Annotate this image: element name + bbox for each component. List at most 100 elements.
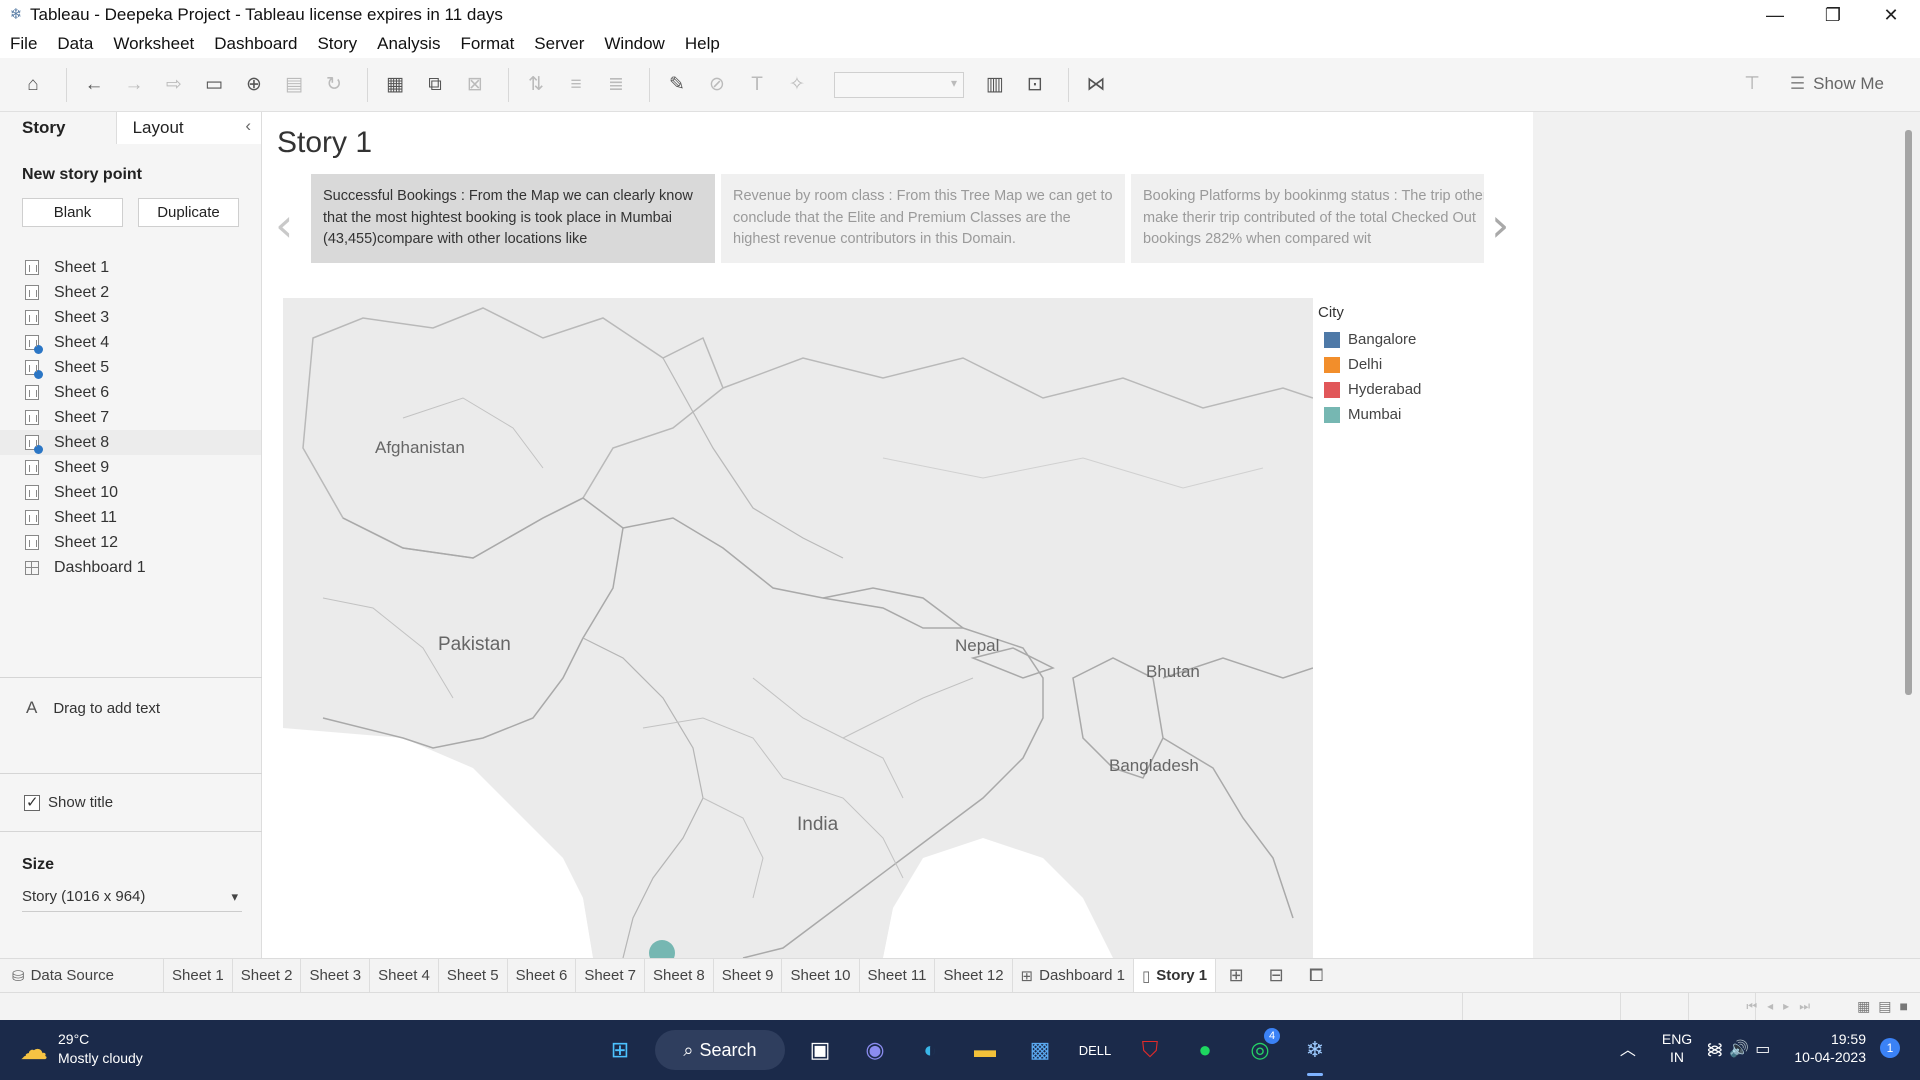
tab-navigation-icons[interactable]: ⏮◂▸⏭: [1746, 999, 1820, 1014]
duplicate-button[interactable]: Duplicate: [138, 198, 239, 227]
highlight-icon[interactable]: ✎: [660, 68, 694, 102]
replay-icon[interactable]: ⇨: [157, 68, 191, 102]
new-worksheet-icon[interactable]: ▦: [378, 68, 412, 102]
sheet-list-item[interactable]: Sheet 11: [0, 505, 261, 530]
clear-sheet-icon[interactable]: ⊠: [458, 68, 492, 102]
menu-worksheet[interactable]: Worksheet: [113, 34, 194, 54]
tab-sheet[interactable]: Sheet 11: [860, 958, 936, 993]
drag-to-add-text[interactable]: A Drag to add text: [26, 698, 160, 718]
redo-icon[interactable]: →: [117, 68, 151, 102]
legend-item[interactable]: Mumbai: [1318, 402, 1421, 427]
tab-sheet[interactable]: Sheet 4: [370, 958, 439, 993]
tab-sheet[interactable]: Sheet 3: [301, 958, 371, 993]
show-mark-labels-icon[interactable]: T: [740, 68, 774, 102]
collapse-panel-icon[interactable]: ‹: [245, 116, 251, 136]
legend-item[interactable]: Hyderabad: [1318, 377, 1421, 402]
mcafee-icon[interactable]: ⛉: [1130, 1030, 1170, 1070]
tab-sheet[interactable]: Sheet 1: [164, 958, 233, 993]
menu-story[interactable]: Story: [317, 34, 357, 54]
pause-updates-icon[interactable]: ▤: [277, 68, 311, 102]
dell-icon[interactable]: DELL: [1075, 1030, 1115, 1070]
notification-count-badge[interactable]: 1: [1880, 1038, 1900, 1058]
sheet-list-item[interactable]: Sheet 1: [0, 255, 261, 280]
tab-sheet[interactable]: Sheet 10: [782, 958, 860, 993]
new-dashboard-tab-icon[interactable]: ⊟: [1256, 959, 1296, 993]
menu-server[interactable]: Server: [534, 34, 584, 54]
sheet-list-item[interactable]: Sheet 5: [0, 355, 261, 380]
sheet-list-item[interactable]: Sheet 12: [0, 530, 261, 555]
file-explorer-icon[interactable]: ▬: [965, 1030, 1005, 1070]
whatsapp-icon[interactable]: ◎ 4: [1240, 1028, 1280, 1070]
tab-story[interactable]: ▯ Story 1: [1134, 958, 1217, 993]
duplicate-sheet-icon[interactable]: ⧉: [418, 68, 452, 102]
home-icon[interactable]: ⌂: [16, 68, 50, 102]
task-view-icon[interactable]: ▣: [800, 1030, 840, 1070]
close-icon[interactable]: ✕: [1862, 0, 1920, 30]
sheet-list-item[interactable]: Sheet 3: [0, 305, 261, 330]
sort-descending-icon[interactable]: ≣: [599, 68, 633, 102]
map-view[interactable]: Afghanistan Pakistan Nepal Bhutan Bangla…: [283, 298, 1313, 958]
fix-axes-icon[interactable]: ✧: [780, 68, 814, 102]
tab-dashboard[interactable]: ⊞ Dashboard 1: [1013, 958, 1135, 993]
microsoft-store-icon[interactable]: ▩: [1020, 1030, 1060, 1070]
presentation-mode-icon[interactable]: ⊡: [1018, 68, 1052, 102]
sheet-list-item[interactable]: Sheet 9: [0, 455, 261, 480]
wifi-volume-battery-icons[interactable]: ᯼🔊▭: [1706, 1037, 1776, 1059]
sort-ascending-icon[interactable]: ≡: [559, 68, 593, 102]
edge-browser-icon[interactable]: ◐: [910, 1030, 950, 1070]
menu-format[interactable]: Format: [460, 34, 514, 54]
tab-sheet[interactable]: Sheet 12: [935, 958, 1013, 993]
sheet-list-item[interactable]: Dashboard 1: [0, 555, 261, 580]
menu-window[interactable]: Window: [604, 34, 664, 54]
sheet-list-item[interactable]: Sheet 7: [0, 405, 261, 430]
sheet-list-item[interactable]: Sheet 10: [0, 480, 261, 505]
tab-story[interactable]: Story: [0, 112, 116, 144]
tab-layout[interactable]: Layout ‹: [115, 112, 261, 144]
menu-data[interactable]: Data: [57, 34, 93, 54]
vertical-scrollbar[interactable]: [1905, 130, 1912, 695]
swap-rows-columns-icon[interactable]: ⇅: [519, 68, 553, 102]
legend-item[interactable]: Bangalore: [1318, 327, 1421, 352]
new-story-tab-icon[interactable]: ⧠: [1296, 959, 1336, 993]
system-clock[interactable]: 19:59 10-04-2023: [1794, 1030, 1866, 1066]
windows-start-icon[interactable]: ⊞: [600, 1030, 640, 1070]
teams-chat-icon[interactable]: ◉: [855, 1030, 895, 1070]
tab-sheet[interactable]: Sheet 6: [508, 958, 577, 993]
spotify-icon[interactable]: ●: [1185, 1030, 1225, 1070]
menu-file[interactable]: File: [10, 34, 37, 54]
restore-icon[interactable]: ❐: [1804, 0, 1862, 30]
tab-sheet[interactable]: Sheet 8: [645, 958, 714, 993]
tab-sheet[interactable]: Sheet 7: [576, 958, 646, 993]
tab-data-source[interactable]: ⛁ Data Source: [0, 958, 164, 993]
new-data-source-icon[interactable]: ⊕: [237, 68, 271, 102]
size-select[interactable]: Story (1016 x 964): [22, 888, 242, 912]
menu-dashboard[interactable]: Dashboard: [214, 34, 297, 54]
pin-icon[interactable]: ⊤: [1744, 73, 1760, 94]
sheet-list-item[interactable]: Sheet 6: [0, 380, 261, 405]
next-story-point-button[interactable]: ›: [1491, 198, 1509, 252]
refresh-icon[interactable]: ↻: [317, 68, 351, 102]
sheet-list-item[interactable]: Sheet 8: [0, 430, 261, 455]
tab-sheet[interactable]: Sheet 5: [439, 958, 508, 993]
language-indicator[interactable]: ENG IN: [1662, 1030, 1692, 1066]
share-icon[interactable]: ⋈: [1079, 68, 1113, 102]
weather-widget[interactable]: ☁ 29°C Mostly cloudy: [20, 1030, 143, 1068]
story-point-caption[interactable]: Booking Platforms by bookinmg status : T…: [1131, 174, 1484, 263]
previous-story-point-button[interactable]: ‹: [275, 198, 293, 252]
show-cards-icon[interactable]: ▥: [978, 68, 1012, 102]
taskbar-search-button[interactable]: ⌕ Search: [655, 1030, 785, 1070]
menu-help[interactable]: Help: [685, 34, 720, 54]
new-worksheet-tab-icon[interactable]: ⊞: [1216, 959, 1256, 993]
sheet-list-item[interactable]: Sheet 2: [0, 280, 261, 305]
show-title-checkbox[interactable]: Show title: [24, 793, 113, 811]
minimize-icon[interactable]: —: [1746, 0, 1804, 30]
show-me-button[interactable]: ⊤ ☰ Show Me: [1744, 73, 1884, 94]
show-hidden-icons-icon[interactable]: ︿: [1620, 1036, 1636, 1060]
sheet-list-item[interactable]: Sheet 4: [0, 330, 261, 355]
story-point-caption[interactable]: Revenue by room class : From this Tree M…: [721, 174, 1125, 263]
tab-sheet[interactable]: Sheet 9: [714, 958, 783, 993]
group-members-icon[interactable]: ⊘: [700, 68, 734, 102]
story-point-caption[interactable]: Successful Bookings : From the Map we ca…: [311, 174, 715, 263]
blank-button[interactable]: Blank: [22, 198, 123, 227]
legend-item[interactable]: Delhi: [1318, 352, 1421, 377]
